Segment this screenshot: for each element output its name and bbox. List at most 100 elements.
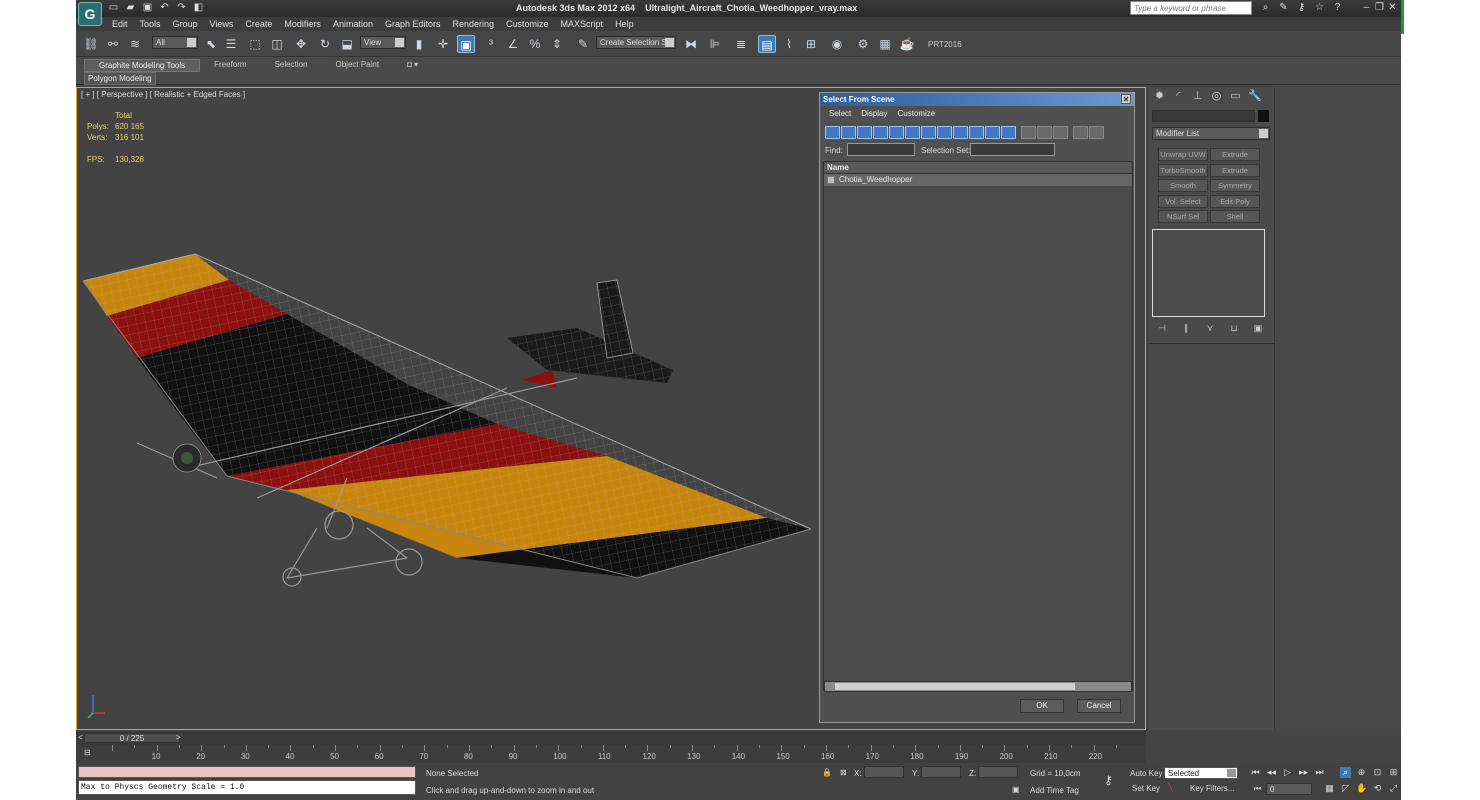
tab-freeform[interactable]: Freeform: [200, 59, 260, 72]
dialog-close-icon[interactable]: ✕: [1121, 94, 1131, 104]
filter-xrefs-icon[interactable]: [937, 126, 952, 139]
edit-poly-button[interactable]: Edit Poly: [1210, 195, 1260, 208]
dialog-menu-select[interactable]: Select: [824, 108, 856, 119]
render-teapot-icon[interactable]: ☕: [898, 35, 916, 53]
selection-filter-dropdown[interactable]: All: [152, 36, 198, 49]
layer-manager-icon[interactable]: ≣: [732, 35, 750, 53]
extrude-button[interactable]: Extrude: [1210, 148, 1260, 161]
menu-customize[interactable]: Customize: [500, 17, 555, 31]
filter-frozen-icon[interactable]: [985, 126, 1000, 139]
z-coordinate-field[interactable]: [978, 766, 1018, 778]
curve-editor-icon[interactable]: ⌇: [780, 35, 798, 53]
lock-selection-icon[interactable]: 🔒: [822, 768, 832, 777]
utilities-tab-icon[interactable]: 🔧: [1248, 90, 1262, 103]
horizontal-scrollbar[interactable]: [824, 681, 1132, 692]
reference-coord-dropdown[interactable]: View: [360, 36, 406, 49]
ribbon-options-icon[interactable]: ◘ ▾: [393, 59, 432, 72]
tab-selection[interactable]: Selection: [261, 59, 322, 72]
unwrap-uvw-button[interactable]: Unwrap UVW: [1158, 148, 1208, 161]
filter-shapes-icon[interactable]: [841, 126, 856, 139]
field-of-view-icon[interactable]: ◸: [1340, 783, 1351, 794]
render-setup-icon[interactable]: ⚙: [854, 35, 872, 53]
auto-key-mode-dropdown[interactable]: Selected: [1164, 767, 1238, 779]
next-frame-icon[interactable]: ▸▸: [1298, 767, 1309, 778]
extrude-button-2[interactable]: Extrude: [1210, 164, 1260, 177]
menu-rendering[interactable]: Rendering: [447, 17, 501, 31]
menu-group[interactable]: Group: [167, 17, 204, 31]
hierarchy-tab-icon[interactable]: ⊥: [1191, 90, 1204, 103]
filter-containers-icon[interactable]: [969, 126, 984, 139]
pivot-center-icon[interactable]: ▮: [410, 35, 428, 53]
zoom-extents-icon[interactable]: ⊡: [1372, 767, 1383, 778]
app-logo-button[interactable]: G: [78, 2, 102, 26]
tools-icon[interactable]: ✎: [1278, 2, 1289, 13]
play-icon[interactable]: ▷: [1282, 767, 1293, 778]
modifier-list-dropdown[interactable]: Modifier List: [1152, 127, 1270, 140]
dialog-menu-display[interactable]: Display: [856, 108, 892, 119]
filter-bones-icon[interactable]: [953, 126, 968, 139]
track-bar[interactable]: ⊟ 10 20 30 40 50 60 70 80 90 100 110 120 130 140 150 16…: [76, 745, 1146, 763]
dialog-menu-customize[interactable]: Customize: [892, 108, 940, 119]
time-prev-icon[interactable]: <: [78, 733, 83, 742]
go-to-start-icon[interactable]: ⏮: [1250, 767, 1261, 778]
time-tag-icon[interactable]: ▣: [1012, 785, 1020, 794]
zoom-extents-all-icon[interactable]: ⊞: [1388, 767, 1399, 778]
set-key-button[interactable]: Set Key: [1132, 784, 1160, 793]
unlink-icon[interactable]: ⚯: [104, 35, 122, 53]
rotate-icon[interactable]: ↻: [316, 35, 334, 53]
schematic-view-icon[interactable]: ⊞: [802, 35, 820, 53]
filter-hidden-icon[interactable]: [1001, 126, 1016, 139]
close-icon[interactable]: ✕: [1388, 2, 1397, 13]
list-item[interactable]: Chotia_Weedhopper: [824, 174, 1132, 186]
restore-icon[interactable]: ❐: [1375, 2, 1384, 13]
minimize-icon[interactable]: –: [1362, 2, 1371, 13]
select-object-icon[interactable]: ⬉: [202, 35, 220, 53]
rendered-frame-icon[interactable]: ▦: [876, 35, 894, 53]
auto-key-button[interactable]: Auto Key: [1130, 769, 1162, 778]
maxscript-mini-listener[interactable]: Max to Physcs Geometry Scale = 1.0: [78, 780, 416, 795]
rect-selection-icon[interactable]: ⬚: [246, 35, 264, 53]
cancel-button[interactable]: Cancel: [1077, 699, 1121, 713]
orbit-icon[interactable]: ⟲: [1372, 783, 1383, 794]
time-slider[interactable]: < 0 / 225 >: [76, 731, 1146, 745]
menu-maxscript[interactable]: MAXScript: [555, 17, 610, 31]
select-manipulate-icon[interactable]: ✛: [434, 35, 452, 53]
select-none-icon[interactable]: [1037, 126, 1052, 139]
go-to-end-icon[interactable]: ⏭: [1314, 767, 1325, 778]
help-icon[interactable]: ?: [1332, 2, 1343, 13]
x-coordinate-field[interactable]: [864, 766, 904, 778]
new-file-icon[interactable]: ▭: [108, 2, 119, 13]
menu-help[interactable]: Help: [609, 17, 640, 31]
mirror-icon[interactable]: ⧓: [682, 35, 700, 53]
filter-spacewarps-icon[interactable]: [905, 126, 920, 139]
key-filters-button[interactable]: Key Filters...: [1190, 784, 1234, 793]
y-coordinate-field[interactable]: [921, 766, 961, 778]
show-end-result-icon[interactable]: ∥: [1181, 323, 1191, 333]
ok-button[interactable]: OK: [1020, 699, 1064, 713]
menu-create[interactable]: Create: [239, 17, 278, 31]
graphite-toggle-icon[interactable]: ▤: [758, 35, 776, 53]
current-frame-field[interactable]: 0: [1266, 783, 1312, 795]
find-input[interactable]: [847, 143, 915, 156]
add-time-tag[interactable]: Add Time Tag: [1030, 786, 1079, 795]
project-icon[interactable]: ◧: [193, 2, 204, 13]
time-config-icon[interactable]: ▦: [1324, 783, 1335, 794]
menu-edit[interactable]: Edit: [106, 17, 134, 31]
key-icon-status[interactable]: ⚷: [1104, 773, 1113, 787]
redo-icon[interactable]: ↷: [176, 2, 187, 13]
material-editor-icon[interactable]: ◉: [828, 35, 846, 53]
snaps-toggle-icon[interactable]: ³: [482, 35, 500, 53]
remove-modifier-icon[interactable]: ⊔: [1229, 323, 1239, 333]
maximize-viewport-icon[interactable]: ⤢: [1388, 783, 1399, 794]
filter-groups-icon[interactable]: [921, 126, 936, 139]
star-icon[interactable]: ☆: [1314, 2, 1325, 13]
zoom-icon[interactable]: ⌕: [1340, 767, 1351, 778]
time-next-icon[interactable]: >: [176, 733, 181, 742]
nsurf-sel-button[interactable]: NSurf Sel: [1158, 210, 1208, 223]
filter-geometry-icon[interactable]: [825, 126, 840, 139]
bind-spacewarp-icon[interactable]: ≋: [126, 35, 144, 53]
selection-set-dropdown[interactable]: [970, 143, 1055, 156]
object-name-field[interactable]: [1152, 110, 1255, 122]
select-all-icon[interactable]: [1021, 126, 1036, 139]
vol-select-button[interactable]: Vol. Select: [1158, 195, 1208, 208]
